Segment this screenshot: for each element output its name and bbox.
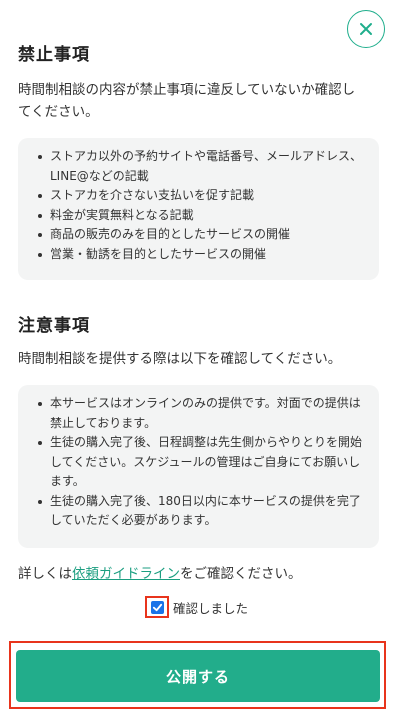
prohibited-intro-line2: てください。: [18, 104, 99, 120]
prohibited-list: ストアカ以外の予約サイトや電話番号、メールアドレス、LINE@などの記載 ストア…: [32, 147, 367, 264]
prohibited-item: 商品の販売のみを目的としたサービスの開催: [32, 225, 367, 245]
guideline-suffix: をご確認ください。: [180, 566, 302, 582]
guideline-prefix: 詳しくは: [18, 566, 72, 582]
prohibited-item: 営業・勧誘を目的としたサービスの開催: [32, 245, 367, 265]
prohibited-item: ストアカを介さない支払いを促す記載: [32, 186, 367, 206]
prohibited-item: ストアカ以外の予約サイトや電話番号、メールアドレス、LINE@などの記載: [32, 147, 367, 186]
publish-button[interactable]: 公開する: [16, 650, 380, 702]
notes-item: 本サービスはオンラインのみの提供です。対面での提供は禁止しております。: [32, 394, 367, 433]
check-icon: [152, 603, 162, 611]
prohibited-title: 禁止事項: [18, 45, 90, 65]
confirm-checkbox[interactable]: [150, 600, 164, 614]
prohibited-intro: 時間制相談の内容が禁止事項に違反していないか確認し てください。: [18, 79, 380, 123]
close-icon: [360, 23, 372, 35]
notes-title: 注意事項: [18, 316, 90, 336]
notes-item: 生徒の購入完了後、日程調整は先生側からやりとりを開始してください。スケジュールの…: [32, 433, 367, 492]
publish-confirm-modal: 禁止事項 時間制相談の内容が禁止事項に違反していないか確認し てください。 スト…: [0, 0, 396, 719]
close-button[interactable]: [347, 10, 385, 48]
guideline-note: 詳しくは依頼ガイドラインをご確認ください。: [18, 563, 302, 585]
prohibited-item: 料金が実質無料となる記載: [32, 206, 367, 226]
notes-list: 本サービスはオンラインのみの提供です。対面での提供は禁止しております。 生徒の購…: [32, 394, 367, 531]
prohibited-list-box: ストアカ以外の予約サイトや電話番号、メールアドレス、LINE@などの記載 ストア…: [18, 138, 379, 280]
notes-list-box: 本サービスはオンラインのみの提供です。対面での提供は禁止しております。 生徒の購…: [18, 385, 379, 548]
confirm-label[interactable]: 確認しました: [173, 598, 248, 617]
guideline-link[interactable]: 依頼ガイドライン: [72, 566, 180, 582]
confirm-checkbox-highlight: [145, 596, 169, 618]
notes-intro: 時間制相談を提供する際は以下を確認してください。: [18, 351, 342, 367]
confirm-row: 確認しました: [145, 596, 248, 618]
notes-item: 生徒の購入完了後、180日以内に本サービスの提供を完了していただく必要があります…: [32, 492, 367, 531]
prohibited-intro-line1: 時間制相談の内容が禁止事項に違反していないか確認し: [18, 82, 356, 98]
